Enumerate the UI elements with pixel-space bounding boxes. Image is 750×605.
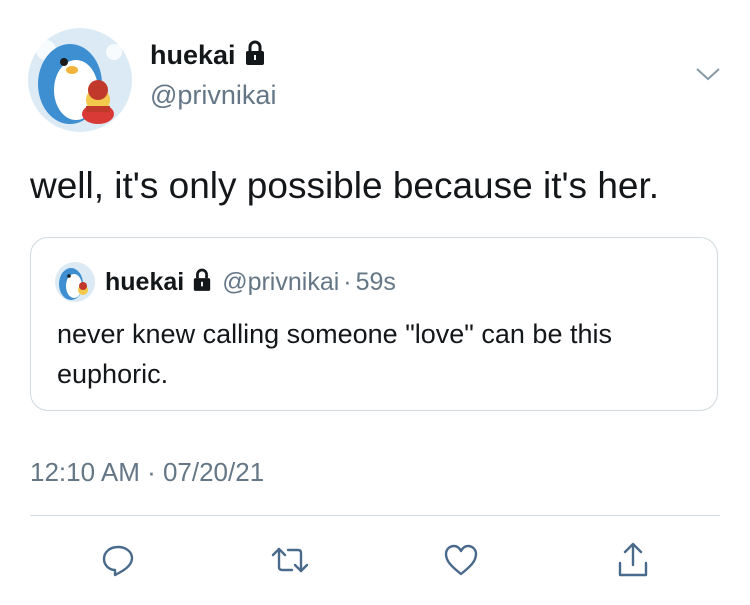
retweet-icon bbox=[271, 547, 309, 573]
lock-icon bbox=[192, 268, 212, 297]
quoted-time-ago: 59s bbox=[355, 268, 396, 296]
heart-icon bbox=[444, 544, 478, 576]
reply-button[interactable] bbox=[98, 540, 138, 580]
penguin-avatar-icon bbox=[55, 262, 95, 302]
share-icon bbox=[618, 542, 648, 577]
author-avatar[interactable] bbox=[28, 28, 132, 132]
separator-dot: · bbox=[343, 268, 352, 296]
tweet-text: well, it's only possible because it's he… bbox=[30, 165, 660, 206]
quoted-author-handle: @privnikai bbox=[222, 268, 340, 296]
reply-icon bbox=[102, 545, 134, 577]
divider bbox=[30, 515, 720, 516]
share-button[interactable] bbox=[613, 540, 653, 580]
quoted-author-avatar bbox=[55, 262, 95, 302]
quoted-tweet-text: never knew calling someone "love" can be… bbox=[57, 319, 612, 389]
quoted-tweet-header: huekai @privnikai · 59s bbox=[105, 268, 396, 297]
chevron-down-icon bbox=[696, 68, 720, 81]
penguin-avatar-icon bbox=[28, 28, 132, 132]
more-options-button[interactable] bbox=[694, 64, 722, 84]
author-handle[interactable]: @privnikai bbox=[150, 82, 276, 109]
lock-icon bbox=[244, 40, 266, 71]
tweet-timestamp[interactable]: 12:10 AM · 07/20/21 bbox=[30, 459, 264, 485]
like-button[interactable] bbox=[441, 540, 481, 580]
quoted-tweet-card[interactable]: huekai @privnikai · 59s never knew calli… bbox=[30, 237, 718, 411]
retweet-button[interactable] bbox=[270, 540, 310, 580]
author-display-name[interactable]: huekai bbox=[150, 40, 266, 71]
quoted-author-name: huekai bbox=[105, 268, 185, 296]
author-name-text: huekai bbox=[150, 40, 236, 70]
